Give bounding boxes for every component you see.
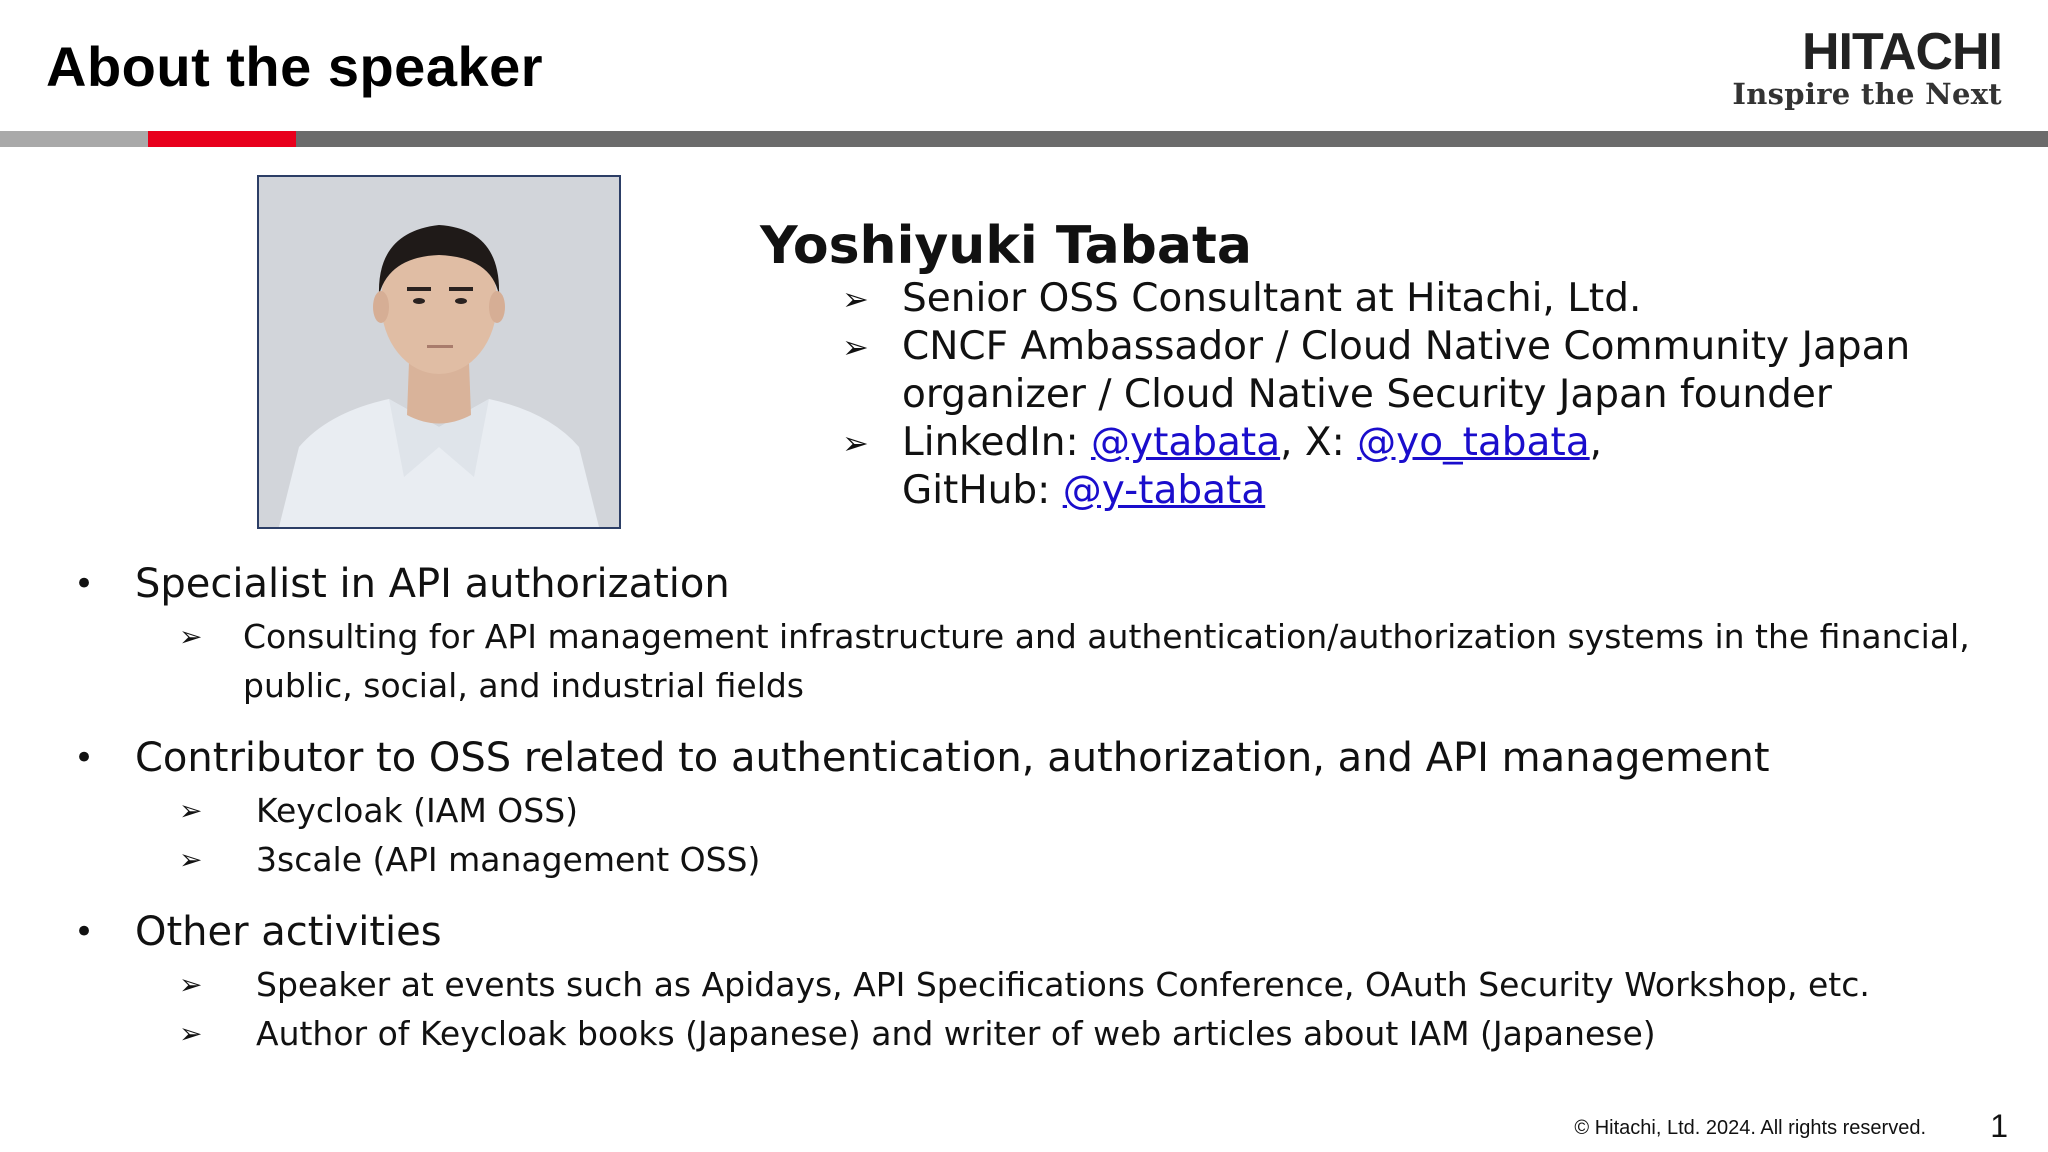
- bullet-dot-icon: •: [74, 912, 95, 952]
- list-item: ➢ Consulting for API management infrastr…: [74, 612, 2004, 710]
- divider-red-accent: [148, 131, 296, 147]
- section-heading: • Contributor to OSS related to authenti…: [74, 730, 2004, 786]
- page-title: About the speaker: [46, 35, 544, 98]
- speaker-portrait-icon: [259, 177, 619, 527]
- arrow-bullet-icon: ➢: [179, 1017, 203, 1050]
- bullet-dot-icon: •: [74, 738, 95, 778]
- list-item: ➢ 3scale (API management OSS): [74, 835, 2004, 884]
- section-items: ➢ Keycloak (IAM OSS) ➢ 3scale (API manag…: [74, 786, 2004, 884]
- profile-item-text: Senior OSS Consultant at Hitachi, Ltd.: [902, 276, 1642, 321]
- x-link[interactable]: @yo_tabata: [1357, 420, 1589, 465]
- page-number: 1: [1990, 1108, 2008, 1144]
- arrow-bullet-icon: ➢: [179, 620, 203, 653]
- header-divider: [0, 131, 2048, 147]
- activity-sections: • Specialist in API authorization ➢ Cons…: [74, 556, 2004, 1078]
- section-heading: • Other activities: [74, 904, 2004, 960]
- profile-item-text: CNCF Ambassador / Cloud Native Community…: [902, 324, 1911, 417]
- linkedin-link[interactable]: @ytabata: [1091, 420, 1280, 465]
- arrow-bullet-icon: ➢: [179, 843, 203, 876]
- list-item-text: Speaker at events such as Apidays, API S…: [256, 965, 1870, 1004]
- section-heading-text: Other activities: [135, 909, 442, 955]
- arrow-bullet-icon: ➢: [842, 328, 869, 366]
- divider-gray-segment: [0, 131, 148, 147]
- section-heading-text: Specialist in API authorization: [135, 561, 730, 607]
- x-label: , X:: [1280, 420, 1358, 465]
- logo-wordmark: HITACHI: [1801, 23, 2003, 81]
- arrow-bullet-icon: ➢: [842, 280, 869, 318]
- profile-item-social: ➢ LinkedIn: @ytabata, X: @yo_tabata, GitH…: [842, 419, 1992, 515]
- section-heading-text: Contributor to OSS related to authentica…: [135, 735, 1770, 781]
- arrow-bullet-icon: ➢: [179, 794, 203, 827]
- section-items: ➢ Consulting for API management infrastr…: [74, 612, 2004, 710]
- speaker-photo: [257, 175, 621, 529]
- section-items: ➢ Speaker at events such as Apidays, API…: [74, 960, 2004, 1058]
- section-heading: • Specialist in API authorization: [74, 556, 2004, 612]
- profile-item-role: ➢ Senior OSS Consultant at Hitachi, Ltd.: [842, 275, 1992, 323]
- arrow-bullet-icon: ➢: [842, 424, 869, 462]
- speaker-profile-list: ➢ Senior OSS Consultant at Hitachi, Ltd.…: [842, 275, 1992, 515]
- linkedin-label: LinkedIn:: [902, 420, 1091, 465]
- copyright-notice: © Hitachi, Ltd. 2024. All rights reserve…: [1574, 1117, 1926, 1139]
- bullet-dot-icon: •: [74, 564, 95, 604]
- list-item-text: Keycloak (IAM OSS): [256, 791, 579, 830]
- section-other-activities: • Other activities ➢ Speaker at events s…: [74, 904, 2004, 1058]
- list-item-text: Author of Keycloak books (Japanese) and …: [256, 1014, 1656, 1053]
- logo-tagline: Inspire the Next: [1732, 77, 2002, 111]
- section-oss-contributor: • Contributor to OSS related to authenti…: [74, 730, 2004, 884]
- list-item: ➢ Keycloak (IAM OSS): [74, 786, 2004, 835]
- list-item: ➢ Speaker at events such as Apidays, API…: [74, 960, 2004, 1009]
- section-api-authorization: • Specialist in API authorization ➢ Cons…: [74, 556, 2004, 710]
- hitachi-logo: HITACHI Inspire the Next: [1732, 23, 2003, 111]
- profile-item-community: ➢ CNCF Ambassador / Cloud Native Communi…: [842, 323, 1992, 419]
- social-separator: ,: [1589, 420, 1603, 465]
- arrow-bullet-icon: ➢: [179, 968, 203, 1001]
- list-item: ➢ Author of Keycloak books (Japanese) an…: [74, 1009, 2004, 1058]
- github-label: GitHub:: [902, 468, 1063, 513]
- list-item-text: 3scale (API management OSS): [256, 840, 761, 879]
- speaker-name: Yoshiyuki Tabata: [760, 216, 1252, 276]
- github-link[interactable]: @y-tabata: [1063, 468, 1266, 513]
- list-item-text: Consulting for API management infrastruc…: [243, 617, 1970, 705]
